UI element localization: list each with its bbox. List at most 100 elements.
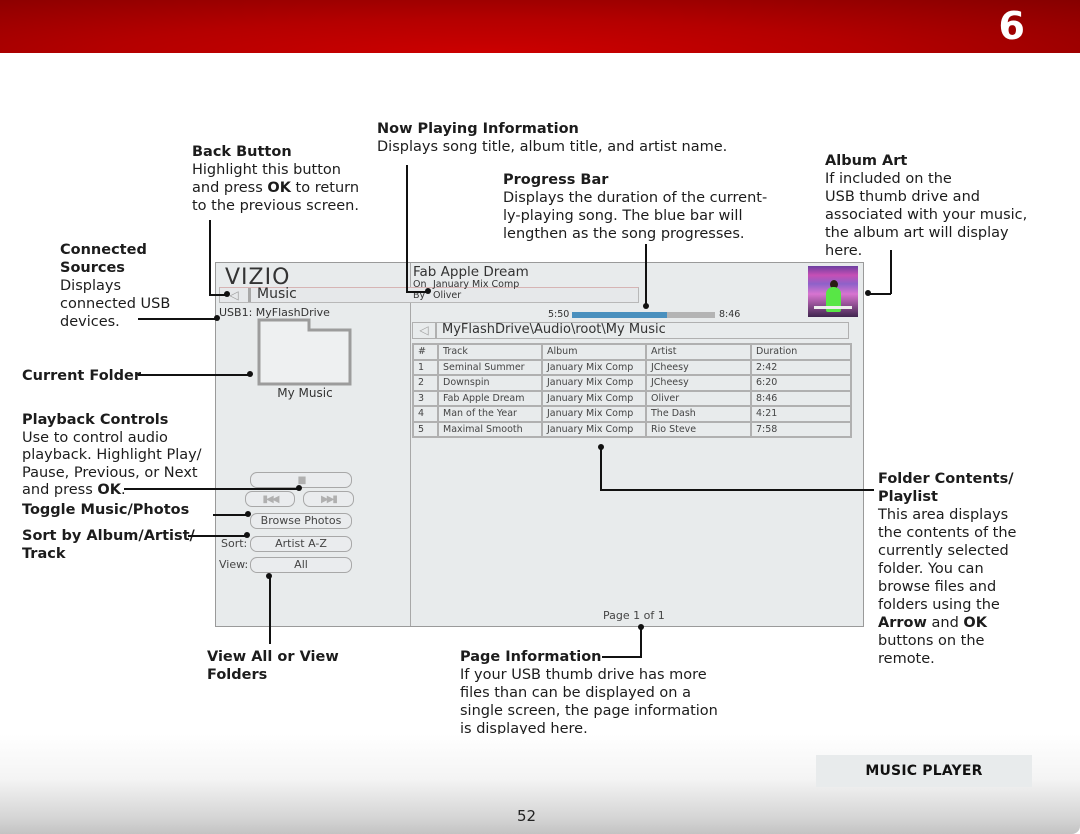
callout-title: Current Folder bbox=[22, 368, 142, 384]
sort-select[interactable]: Artist A-Z bbox=[250, 536, 352, 552]
current-folder-label: My Music bbox=[277, 386, 333, 400]
leader-line bbox=[406, 165, 408, 292]
page-info: Page 1 of 1 bbox=[603, 609, 665, 622]
callout-title: Page Information bbox=[460, 649, 602, 665]
callout-line: Highlight this button bbox=[192, 162, 341, 178]
callout-title: Playback Controls bbox=[22, 412, 169, 428]
table-row[interactable]: 5 Maximal Smooth January Mix Comp Rio Steve… bbox=[412, 420, 852, 438]
section-tab: MUSIC PLAYER bbox=[816, 755, 1032, 787]
browse-photos-button[interactable]: Browse Photos bbox=[250, 513, 352, 529]
track-table: # Track Album Artist Duration 1 Seminal S… bbox=[412, 343, 852, 438]
right-pane: Fab Apple Dream On January Mix Comp By Oli… bbox=[411, 263, 863, 626]
callout-back-button: Back Button Highlight this button and pr… bbox=[192, 143, 359, 215]
elapsed-time: 5:50 bbox=[548, 309, 570, 320]
callout-line: and press OK. bbox=[22, 482, 126, 498]
next-button[interactable]: ▶▶▮ bbox=[303, 491, 354, 507]
cell-track: Fab Apple Dream bbox=[437, 389, 543, 407]
cell-album: January Mix Comp bbox=[541, 389, 647, 407]
cell-artist: The Dash bbox=[645, 405, 752, 423]
callout-title: Album Art bbox=[825, 153, 908, 169]
callout-playback-controls: Playback Controls Use to control audio p… bbox=[22, 412, 202, 500]
cell-artist: Oliver bbox=[645, 389, 752, 407]
callout-toggle-music-photos: Toggle Music/Photos bbox=[22, 501, 189, 519]
view-select[interactable]: All bbox=[250, 557, 352, 573]
leader-line bbox=[600, 489, 874, 491]
table-row[interactable]: 3 Fab Apple Dream January Mix Comp Oliver 8:… bbox=[412, 389, 852, 407]
callout-line: If included on the bbox=[825, 171, 952, 187]
leader-line bbox=[645, 244, 647, 306]
column-header-artist[interactable]: Artist bbox=[645, 343, 752, 361]
page-number: 52 bbox=[517, 807, 537, 825]
sort-label: Sort: bbox=[221, 537, 248, 550]
column-header-album[interactable]: Album bbox=[541, 343, 647, 361]
leader-line bbox=[600, 447, 602, 490]
leader-line bbox=[269, 576, 271, 644]
back-arrow-icon: ◁ bbox=[229, 288, 239, 302]
callout-line: Pause, Previous, or Next bbox=[22, 464, 198, 481]
previous-button[interactable]: ▮◀◀ bbox=[245, 491, 295, 507]
progress-fill bbox=[572, 312, 668, 318]
callout-line: USB thumb drive and bbox=[825, 189, 980, 205]
callout-view: View All or View Folders bbox=[207, 648, 339, 684]
now-playing-title: Fab Apple Dream bbox=[413, 264, 529, 280]
album-art-desk bbox=[814, 306, 852, 309]
callout-title: Playlist bbox=[878, 489, 938, 505]
cell-number: 5 bbox=[412, 420, 439, 438]
column-header-duration[interactable]: Duration bbox=[750, 343, 852, 361]
callout-line: devices. bbox=[60, 314, 120, 330]
breadcrumb-label: Music bbox=[257, 286, 297, 302]
folder-path: MyFlashDrive\Audio\root\My Music bbox=[442, 322, 666, 337]
leader-line bbox=[890, 250, 892, 294]
callout-title: Back Button bbox=[192, 144, 292, 160]
music-player-screen: VIZIO ◁ Music USB1: MyFlashDrive My Musi… bbox=[215, 262, 864, 627]
callout-title: Sources bbox=[60, 260, 125, 276]
callout-title: Now Playing Information bbox=[377, 121, 579, 137]
callout-folder-contents: Folder Contents/ Playlist This area disp… bbox=[878, 470, 1016, 668]
cell-track: Downspin bbox=[437, 374, 543, 392]
progress-bar bbox=[572, 312, 715, 318]
leader-dot bbox=[214, 315, 220, 321]
callout-progress-bar: Progress Bar Displays the duration of th… bbox=[503, 171, 767, 243]
cell-number: 2 bbox=[412, 374, 439, 392]
callout-line: folder. You can bbox=[878, 561, 984, 577]
cell-duration: 7:58 bbox=[750, 420, 852, 438]
callout-title: Sort by Album/Artist/ bbox=[22, 528, 195, 544]
callout-line: browse files and bbox=[878, 579, 997, 595]
chapter-header-band: 6 bbox=[0, 0, 1080, 53]
folder-icon[interactable] bbox=[257, 318, 352, 386]
callout-line: If your USB thumb drive has more bbox=[460, 667, 707, 683]
callout-line: folders using the bbox=[878, 597, 1000, 613]
cell-duration: 2:42 bbox=[750, 358, 852, 376]
album-art bbox=[808, 266, 858, 317]
leader-line bbox=[209, 220, 211, 295]
callout-line: connected USB bbox=[60, 296, 171, 312]
column-header-track[interactable]: Track bbox=[437, 343, 543, 361]
callout-sort: Sort by Album/Artist/ Track bbox=[22, 527, 195, 563]
cell-artist: JCheesy bbox=[645, 374, 752, 392]
cell-album: January Mix Comp bbox=[541, 405, 647, 423]
path-bar: ◁ MyFlashDrive\Audio\root\My Music bbox=[412, 322, 849, 339]
callout-line: remote. bbox=[878, 651, 935, 667]
callout-title: Folders bbox=[207, 667, 268, 683]
callout-line: associated with your music, bbox=[825, 207, 1028, 223]
leader-dot bbox=[224, 291, 230, 297]
cell-album: January Mix Comp bbox=[541, 420, 647, 438]
leader-dot bbox=[245, 511, 251, 517]
callout-line: Arrow and OK bbox=[878, 615, 987, 631]
leader-line bbox=[188, 535, 248, 537]
callout-line: to the previous screen. bbox=[192, 198, 359, 214]
cell-album: January Mix Comp bbox=[541, 358, 647, 376]
leader-dot bbox=[296, 485, 302, 491]
table-row[interactable]: 1 Seminal Summer January Mix Comp JCheesy 2:… bbox=[412, 358, 852, 376]
column-header-number: # bbox=[412, 343, 439, 361]
cell-artist: Rio Steve bbox=[645, 420, 752, 438]
cell-track: Maximal Smooth bbox=[437, 420, 543, 438]
table-row[interactable]: 4 Man of the Year January Mix Comp The Dash… bbox=[412, 405, 852, 423]
table-row[interactable]: 2 Downspin January Mix Comp JCheesy 6:20 bbox=[412, 374, 852, 392]
callout-line: the album art will display bbox=[825, 225, 1009, 241]
leader-line bbox=[640, 627, 642, 657]
total-time: 8:46 bbox=[719, 309, 741, 320]
path-back-button[interactable]: ◁ bbox=[413, 323, 437, 338]
callout-title: View All or View bbox=[207, 649, 339, 665]
callout-current-folder: Current Folder bbox=[22, 367, 141, 385]
